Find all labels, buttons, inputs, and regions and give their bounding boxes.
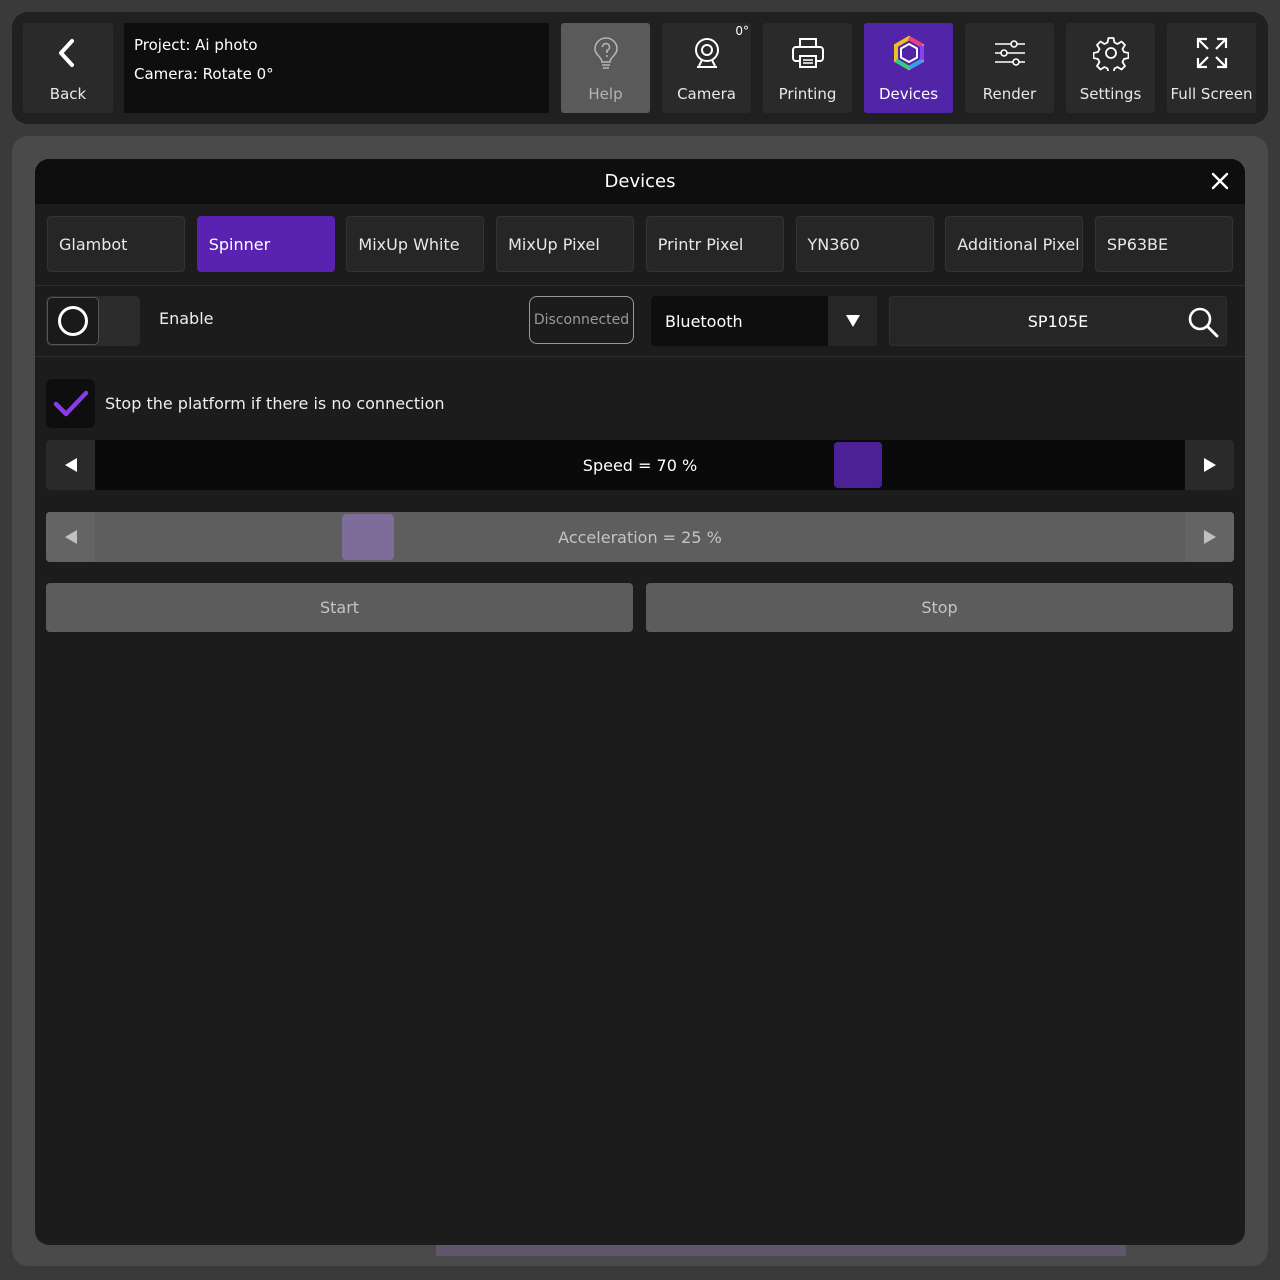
stop-on-disconnect-checkbox[interactable] bbox=[46, 379, 95, 428]
enable-toggle[interactable] bbox=[46, 296, 140, 346]
triangle-right-icon bbox=[1203, 458, 1216, 472]
search-icon[interactable] bbox=[1186, 305, 1220, 339]
acceleration-increase-button[interactable] bbox=[1185, 512, 1234, 562]
printing-label: Printing bbox=[778, 85, 837, 103]
fullscreen-icon bbox=[1196, 37, 1227, 69]
top-toolbar: Back Project: Ai photo Camera: Rotate 0°… bbox=[12, 12, 1268, 124]
divider bbox=[35, 356, 1245, 357]
devices-button[interactable]: Devices bbox=[864, 23, 953, 113]
camera-icon bbox=[694, 38, 719, 68]
back-label: Back bbox=[49, 85, 87, 103]
acceleration-decrease-button[interactable] bbox=[46, 512, 95, 562]
connection-type-value: Bluetooth bbox=[665, 311, 743, 331]
project-info: Project: Ai photo Camera: Rotate 0° bbox=[124, 23, 549, 113]
printing-button[interactable]: Printing bbox=[763, 23, 852, 113]
tab-mixup-pixel[interactable]: MixUp Pixel bbox=[496, 216, 635, 272]
acceleration-label: Acceleration = 25 % bbox=[558, 527, 722, 547]
dialog-title: Devices bbox=[604, 171, 676, 192]
camera-info: Camera: Rotate 0° bbox=[134, 65, 274, 83]
camera-button[interactable]: 0° Camera bbox=[662, 23, 751, 113]
tab-spinner[interactable]: Spinner bbox=[196, 216, 335, 272]
speed-track[interactable]: Speed = 70 % bbox=[95, 440, 1185, 490]
camera-label: Camera bbox=[677, 85, 736, 103]
tab-additional-pixel[interactable]: Additional Pixel bbox=[945, 216, 1084, 272]
dropdown-caret[interactable] bbox=[828, 296, 877, 346]
stop-button[interactable]: Stop bbox=[646, 583, 1233, 632]
devices-dialog: Devices Glambot Spinner MixUp White MixU… bbox=[35, 159, 1245, 1245]
enable-label: Enable bbox=[159, 309, 214, 328]
devices-label: Devices bbox=[878, 85, 939, 103]
triangle-left-icon bbox=[64, 458, 77, 472]
help-icon bbox=[593, 37, 618, 69]
triangle-right-icon bbox=[1203, 530, 1216, 544]
tab-sp63be[interactable]: SP63BE bbox=[1094, 216, 1233, 272]
sliders-icon bbox=[994, 40, 1025, 66]
gear-icon bbox=[1092, 37, 1129, 71]
devices-icon bbox=[893, 35, 924, 71]
background-image-strip bbox=[436, 1244, 1126, 1256]
toggle-knob bbox=[47, 297, 99, 345]
start-button[interactable]: Start bbox=[46, 583, 633, 632]
chevron-left-icon bbox=[59, 39, 74, 67]
tab-yn360[interactable]: YN360 bbox=[795, 216, 934, 272]
speed-decrease-button[interactable] bbox=[46, 440, 95, 490]
device-tabs: Glambot Spinner MixUp White MixUp Pixel … bbox=[47, 216, 1233, 272]
speed-thumb[interactable] bbox=[834, 442, 882, 488]
tab-glambot[interactable]: Glambot bbox=[47, 216, 185, 272]
triangle-left-icon bbox=[64, 530, 77, 544]
tab-printr-pixel[interactable]: Printr Pixel bbox=[645, 216, 784, 272]
acceleration-thumb[interactable] bbox=[341, 514, 394, 560]
device-name-value: SP105E bbox=[1027, 311, 1089, 331]
fullscreen-label: Full Screen bbox=[1170, 85, 1253, 103]
stop-on-disconnect-label: Stop the platform if there is no connect… bbox=[105, 394, 445, 413]
connection-status-badge: Disconnected bbox=[529, 296, 634, 344]
speed-increase-button[interactable] bbox=[1185, 440, 1234, 490]
render-button[interactable]: Render bbox=[965, 23, 1054, 113]
settings-label: Settings bbox=[1079, 85, 1142, 103]
settings-button[interactable]: Settings bbox=[1066, 23, 1155, 113]
speed-slider[interactable]: Speed = 70 % bbox=[46, 440, 1234, 490]
checkmark-icon bbox=[53, 390, 88, 416]
connection-type-select[interactable]: Bluetooth bbox=[651, 296, 877, 346]
caret-down-icon bbox=[845, 315, 860, 327]
help-button[interactable]: Help bbox=[561, 23, 650, 113]
acceleration-slider[interactable]: Acceleration = 25 % bbox=[46, 512, 1234, 562]
tab-mixup-white[interactable]: MixUp White bbox=[346, 216, 485, 272]
help-label: Help bbox=[588, 85, 623, 103]
camera-rotation: 0° bbox=[735, 24, 749, 38]
render-label: Render bbox=[982, 85, 1037, 103]
speed-label: Speed = 70 % bbox=[582, 455, 698, 475]
project-name: Project: Ai photo bbox=[134, 36, 258, 54]
printer-icon bbox=[791, 38, 824, 68]
back-button[interactable]: Back bbox=[23, 23, 113, 113]
close-icon[interactable] bbox=[1209, 170, 1231, 192]
dialog-header: Devices bbox=[35, 159, 1245, 204]
device-name-field[interactable]: SP105E bbox=[889, 296, 1227, 346]
fullscreen-button[interactable]: Full Screen bbox=[1167, 23, 1256, 113]
acceleration-track[interactable]: Acceleration = 25 % bbox=[95, 512, 1185, 562]
divider bbox=[35, 285, 1245, 286]
circle-icon bbox=[58, 306, 88, 336]
